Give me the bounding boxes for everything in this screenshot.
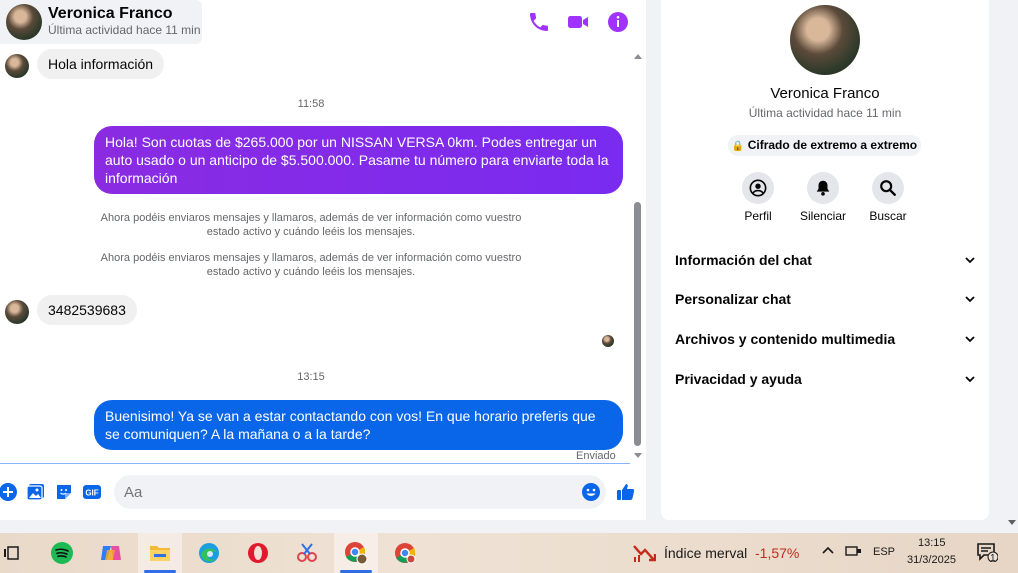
incoming-message[interactable]: 3482539683 <box>37 295 137 325</box>
sticker-icon[interactable] <box>54 482 74 502</box>
copilot-icon[interactable] <box>89 533 133 573</box>
market-chart-icon[interactable] <box>622 533 666 573</box>
edge-icon[interactable] <box>187 533 231 573</box>
profile-button[interactable]: Perfil <box>723 172 793 223</box>
lock-icon: 🔒 <box>731 141 745 152</box>
sender-avatar[interactable] <box>5 300 29 324</box>
network-icon[interactable] <box>845 544 863 561</box>
chrome-profile-icon[interactable] <box>334 533 378 573</box>
section-customize-chat[interactable]: Personalizar chat <box>675 287 975 311</box>
section-media-files[interactable]: Archivos y contenido multimedia <box>675 327 975 351</box>
search-icon <box>880 180 896 196</box>
section-label: Privacidad y ayuda <box>675 371 802 387</box>
sender-avatar[interactable] <box>5 54 29 78</box>
contact-name[interactable]: Veronica Franco <box>48 5 173 23</box>
contact-header[interactable]: Veronica Franco Última actividad hace 11… <box>0 0 202 44</box>
profile-avatar[interactable] <box>790 5 860 75</box>
market-label[interactable]: Índice merval <box>664 545 747 561</box>
profile-label: Perfil <box>744 209 772 223</box>
outgoing-message[interactable]: Buenisimo! Ya se van a estar contactando… <box>94 400 623 450</box>
outgoing-message[interactable]: Hola! Son cuotas de $265.000 por un NISS… <box>94 126 623 194</box>
chevron-down-icon <box>965 336 975 343</box>
add-icon[interactable] <box>0 482 18 502</box>
encryption-badge[interactable]: 🔒 Cifrado de extremo a extremo <box>728 135 921 156</box>
phone-icon[interactable] <box>527 10 551 34</box>
profile-icon <box>749 179 767 197</box>
clock-date[interactable]: 31/3/2025 <box>907 554 956 566</box>
section-label: Información del chat <box>675 252 812 268</box>
chrome-icon[interactable] <box>383 533 427 573</box>
file-explorer-icon[interactable] <box>138 533 182 573</box>
contact-avatar[interactable] <box>6 4 42 40</box>
snipping-tool-icon[interactable] <box>285 533 329 573</box>
chevron-down-icon <box>965 296 975 303</box>
encryption-label: Cifrado de extremo a extremo <box>747 138 918 152</box>
chevron-down-icon <box>965 376 975 383</box>
gif-label: GIF <box>85 489 98 498</box>
chevron-up-icon[interactable] <box>821 543 835 560</box>
profile-status: Última actividad hace 11 min <box>748 106 902 120</box>
info-icon[interactable] <box>606 10 630 34</box>
spotify-icon[interactable] <box>40 533 84 573</box>
search-button[interactable]: Buscar <box>853 172 923 223</box>
chevron-down-icon <box>965 257 975 264</box>
scroll-down-arrow[interactable] <box>634 453 642 458</box>
composer-divider <box>0 463 630 464</box>
taskbar: Índice merval -1,57% ESP 13:15 31/3/2025… <box>0 533 1018 573</box>
bell-icon <box>816 180 830 196</box>
chat-scrollbar-thumb[interactable] <box>634 202 641 446</box>
page-scroll-down-arrow[interactable] <box>1008 520 1016 525</box>
notification-count: 1 <box>990 553 996 564</box>
seen-receipt-avatar <box>602 335 614 347</box>
emoji-icon[interactable] <box>581 482 601 502</box>
mute-label: Silenciar <box>799 209 847 223</box>
photo-icon[interactable] <box>26 482 46 502</box>
gif-icon[interactable]: GIF <box>82 482 102 502</box>
incoming-message[interactable]: Hola información <box>37 49 165 79</box>
market-change: -1,57% <box>755 545 800 561</box>
task-view-icon[interactable] <box>0 533 34 573</box>
language-indicator[interactable]: ESP <box>873 546 895 558</box>
section-label: Personalizar chat <box>675 291 791 307</box>
profile-name: Veronica Franco <box>770 85 880 102</box>
composer: GIF <box>0 472 646 512</box>
contact-info-panel: Veronica Franco Última actividad hace 11… <box>661 0 989 520</box>
clock-time[interactable]: 13:15 <box>918 537 946 549</box>
opera-icon[interactable] <box>236 533 280 573</box>
system-notice: Ahora podéis enviaros mensajes y llamaro… <box>100 252 522 278</box>
section-chat-info[interactable]: Información del chat <box>675 248 975 272</box>
chat-pane: Veronica Franco Última actividad hace 11… <box>0 0 646 520</box>
message-input[interactable] <box>114 475 606 509</box>
system-notice: Ahora podéis enviaros mensajes y llamaro… <box>100 212 522 238</box>
mute-button[interactable]: Silenciar <box>788 172 858 223</box>
timestamp: 11:58 <box>297 98 325 110</box>
video-icon[interactable] <box>566 10 590 34</box>
contact-status: Última actividad hace 11 min <box>48 23 201 37</box>
section-privacy-help[interactable]: Privacidad y ayuda <box>675 367 975 391</box>
like-icon[interactable] <box>616 482 636 502</box>
timestamp: 13:15 <box>297 371 325 383</box>
chat-header: Veronica Franco Última actividad hace 11… <box>0 0 646 44</box>
scroll-up-arrow[interactable] <box>634 54 642 59</box>
section-label: Archivos y contenido multimedia <box>675 331 896 347</box>
sent-status: Enviado <box>576 450 616 462</box>
search-label: Buscar <box>869 209 907 223</box>
